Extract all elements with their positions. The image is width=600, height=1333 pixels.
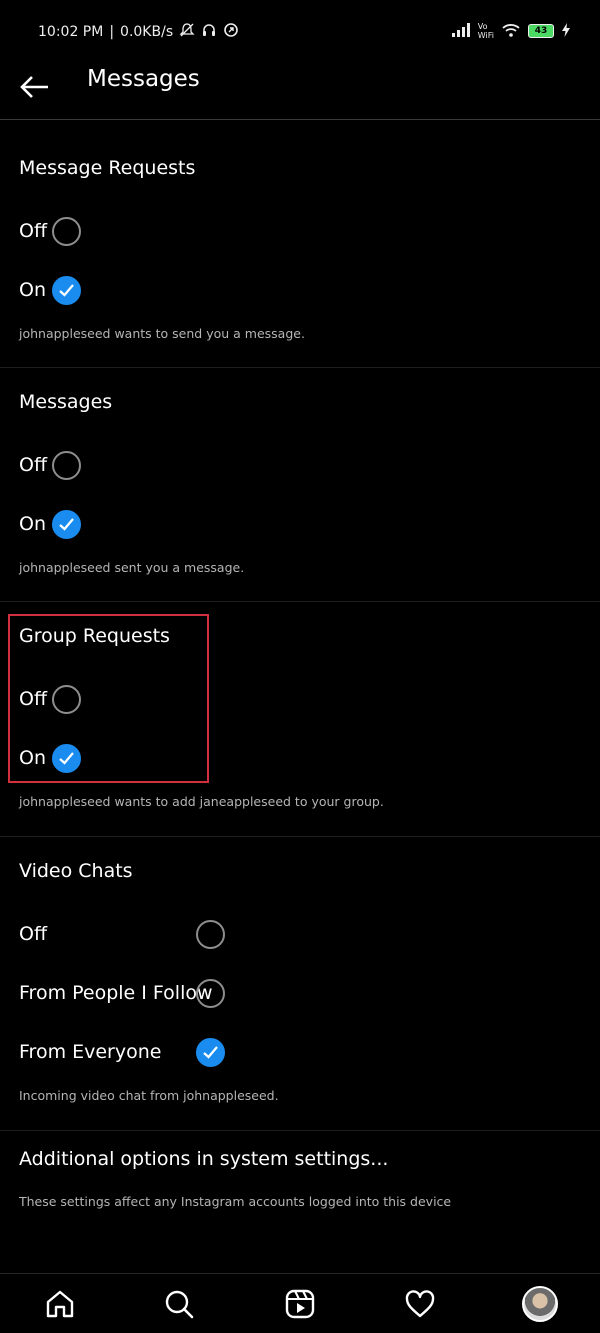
option-off-label: Off: [19, 220, 48, 242]
home-icon[interactable]: [44, 1288, 76, 1320]
helper-text: johnappleseed wants to add janeappleseed…: [19, 794, 384, 809]
option-following-label: From People I Follow: [19, 982, 213, 1004]
reels-icon[interactable]: [284, 1288, 316, 1320]
option-everyone-label: From Everyone: [19, 1041, 162, 1063]
back-button[interactable]: [18, 70, 52, 104]
radio-off[interactable]: [52, 451, 81, 480]
radio-following[interactable]: [196, 979, 225, 1008]
charging-icon: [562, 22, 570, 40]
radio-on[interactable]: [52, 510, 81, 539]
status-bar: 10:02 PM | 0.0KB/s Vo WiFi 43: [0, 0, 600, 62]
status-time: 10:02 PM: [38, 24, 104, 40]
vowifi-label: Vo WiFi: [477, 22, 494, 40]
helper-text: johnappleseed wants to send you a messag…: [19, 326, 305, 341]
additional-helper-text: These settings affect any Instagram acco…: [19, 1194, 452, 1209]
profile-avatar[interactable]: [522, 1286, 558, 1322]
section-messages: Messages Off On johnappleseed sent you a…: [0, 368, 600, 602]
heart-icon[interactable]: [404, 1288, 436, 1320]
wifi-icon: [502, 23, 520, 40]
check-icon: [203, 1046, 218, 1059]
additional-options-link[interactable]: Additional options in system settings...: [19, 1148, 388, 1170]
radio-off[interactable]: [196, 920, 225, 949]
signal-icon: [451, 22, 470, 40]
search-icon[interactable]: [163, 1288, 195, 1320]
section-message-requests: Message Requests Off On johnappleseed wa…: [0, 121, 600, 368]
section-title: Video Chats: [19, 860, 133, 882]
bottom-nav: [0, 1273, 600, 1333]
status-separator: |: [109, 24, 115, 40]
option-on-label: On: [19, 279, 46, 301]
option-off-label: Off: [19, 923, 48, 945]
header: Messages: [0, 62, 600, 120]
highlight-box: [8, 614, 209, 783]
radio-on[interactable]: [52, 276, 81, 305]
option-off-label: Off: [19, 454, 48, 476]
option-on-label: On: [19, 513, 46, 535]
status-left: 10:02 PM | 0.0KB/s: [38, 22, 239, 42]
mute-icon: [179, 22, 195, 42]
check-icon: [59, 284, 74, 297]
section-video-chats: Video Chats Off From People I Follow Fro…: [0, 837, 600, 1131]
page-title: Messages: [87, 66, 200, 92]
status-right: Vo WiFi 43: [451, 22, 570, 40]
back-arrow-icon: [20, 76, 48, 98]
radio-everyone[interactable]: [196, 1038, 225, 1067]
radio-off[interactable]: [52, 217, 81, 246]
section-title: Messages: [19, 391, 113, 413]
status-net-speed: 0.0KB/s: [120, 24, 174, 40]
check-icon: [59, 518, 74, 531]
battery-icon: 43: [528, 24, 554, 38]
section-title: Message Requests: [19, 157, 196, 179]
helper-text: johnappleseed sent you a message.: [19, 560, 245, 575]
helper-text: Incoming video chat from johnappleseed.: [19, 1088, 279, 1103]
headphones-icon: [201, 22, 217, 42]
data-saver-icon: [223, 22, 239, 42]
